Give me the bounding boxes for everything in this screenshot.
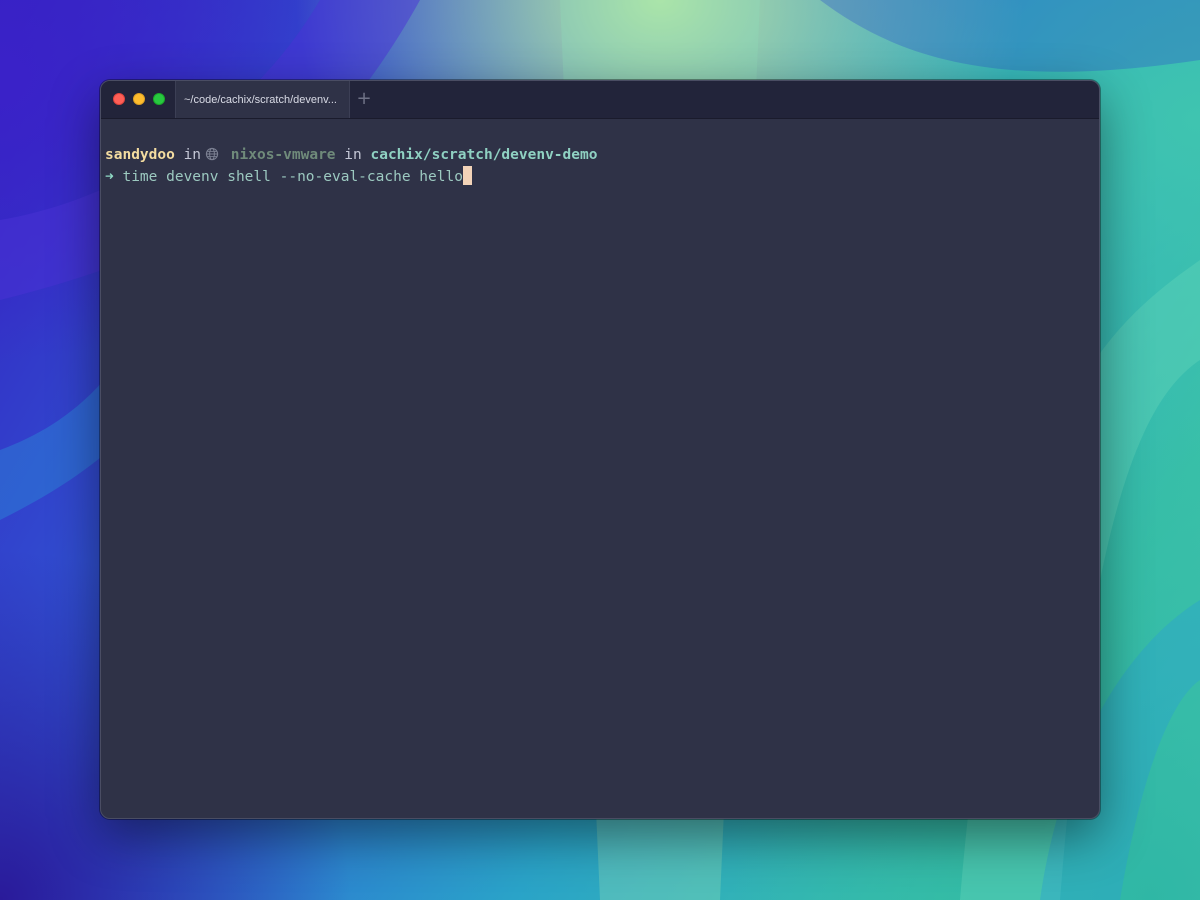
titlebar: ~/code/cachix/scratch/devenv... + [101,81,1099,119]
prompt-in-word-2: in [344,147,362,163]
prompt-arrow-icon: ➜ [105,169,114,185]
tab-active[interactable]: ~/code/cachix/scratch/devenv... [175,81,350,118]
globe-icon [205,147,219,161]
close-window-button[interactable] [113,93,125,105]
minimize-window-button[interactable] [133,93,145,105]
terminal-output[interactable]: sandydoo in nixos-vmware in cachix/scrat… [101,119,1099,818]
command-line: ➜ time devenv shell --no-eval-cache hell… [105,166,472,188]
new-tab-button[interactable]: + [354,89,374,109]
prompt-host: nixos-vmware [230,147,336,163]
zoom-window-button[interactable] [153,93,165,105]
prompt-line: sandydoo in nixos-vmware in cachix/scrat… [105,144,597,166]
terminal-window: ~/code/cachix/scratch/devenv... + sandyd… [100,80,1100,819]
prompt-user: sandydoo [105,147,175,163]
prompt-in-word: in [183,147,202,163]
command-text: time devenv shell --no-eval-cache hello [122,169,463,185]
text-cursor [462,166,472,185]
tab-title: ~/code/cachix/scratch/devenv... [184,93,337,106]
prompt-directory: cachix/scratch/devenv-demo [370,147,598,163]
